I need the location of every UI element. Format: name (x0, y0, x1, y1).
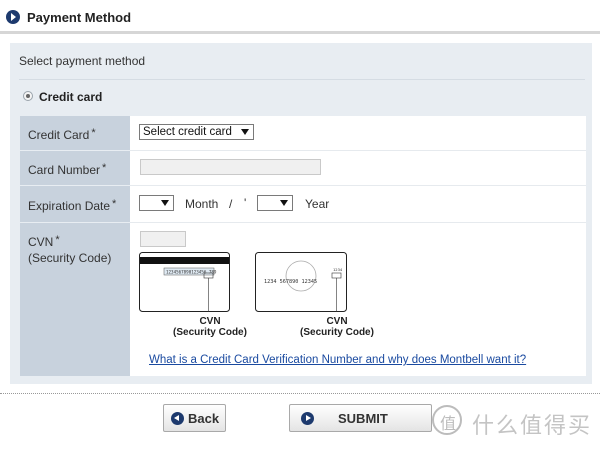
dropdown-arrow-icon (161, 200, 169, 206)
required-marker: * (55, 234, 60, 246)
separator-tick: ' (244, 196, 247, 210)
divider (19, 79, 585, 80)
back-button-label: Back (188, 411, 220, 426)
dropdown-arrow-icon (280, 200, 288, 206)
watermark-logo-icon (432, 405, 462, 435)
month-label: Month (185, 197, 219, 211)
cvn-sublabel: (Security Code) (28, 251, 112, 265)
card-back-digits: 1234567890123456 789 (166, 270, 217, 275)
card-front-icon: 1234 567890 12345 1234 (255, 252, 347, 312)
watermark-text: 什么值得买 (472, 414, 593, 439)
cvn-caption: CVN (199, 316, 221, 327)
card-front-digits: 1234 567890 12345 (264, 279, 317, 285)
cvn-label: CVN * (28, 231, 60, 251)
credit-card-label: Credit Card * (28, 124, 96, 144)
card-back-illustration: 1234567890123456 789 (139, 252, 230, 312)
footer-divider (0, 393, 600, 394)
expiration-label: Expiration Date * (28, 195, 116, 215)
card-back-caption: CVN (Security Code) (160, 316, 260, 338)
select-method-label: Select payment method (19, 54, 146, 68)
card-number-label-text: Card Number (28, 163, 101, 177)
row-divider (20, 150, 130, 151)
credit-card-select-value: Select credit card (143, 126, 232, 138)
credit-card-radio-label[interactable]: Credit card (39, 90, 102, 104)
section-header: Payment Method (0, 0, 600, 34)
card-back-icon: 1234567890123456 789 (139, 252, 230, 312)
submit-button-label: SUBMIT (338, 411, 388, 426)
credit-card-select[interactable]: Select credit card (139, 124, 254, 140)
row-divider (20, 185, 130, 186)
card-number-label: Card Number * (28, 159, 106, 179)
arrow-left-circle-icon (171, 412, 184, 425)
dropdown-arrow-icon (241, 129, 249, 135)
back-button[interactable]: Back (163, 404, 226, 432)
watermark: 什么值得买 (432, 405, 600, 445)
card-form: Credit Card * Select credit card Card Num… (20, 116, 586, 376)
cvn-input[interactable] (140, 231, 186, 247)
cvn-caption: CVN (326, 316, 348, 327)
required-marker: * (112, 198, 117, 210)
expiry-month-select[interactable] (139, 195, 174, 211)
card-number-input[interactable] (140, 159, 321, 175)
card-front-illustration: 1234 567890 12345 1234 (255, 252, 347, 312)
expiry-year-select[interactable] (257, 195, 293, 211)
cvn-help-link[interactable]: What is a Credit Card Verification Numbe… (149, 354, 526, 366)
expiration-label-text: Expiration Date (28, 199, 111, 213)
arrow-right-circle-icon (301, 412, 314, 425)
credit-card-radio[interactable] (23, 91, 33, 101)
payment-panel: Select payment method Credit card Credit… (10, 43, 592, 384)
row-divider (20, 222, 130, 223)
year-label: Year (305, 197, 330, 211)
security-code-caption: (Security Code) (300, 327, 374, 338)
security-code-caption: (Security Code) (173, 327, 247, 338)
cvn-label-text: CVN (28, 235, 54, 249)
arrow-circle-icon (6, 10, 20, 24)
date-separator: / (229, 197, 233, 211)
submit-button[interactable]: SUBMIT (289, 404, 432, 432)
page-title: Payment Method (27, 10, 132, 25)
card-front-corner-digits: 1234 (333, 267, 343, 272)
required-marker: * (102, 162, 107, 174)
credit-card-label-text: Credit Card (28, 128, 90, 142)
required-marker: * (91, 127, 96, 139)
card-front-caption: CVN (Security Code) (287, 316, 387, 338)
